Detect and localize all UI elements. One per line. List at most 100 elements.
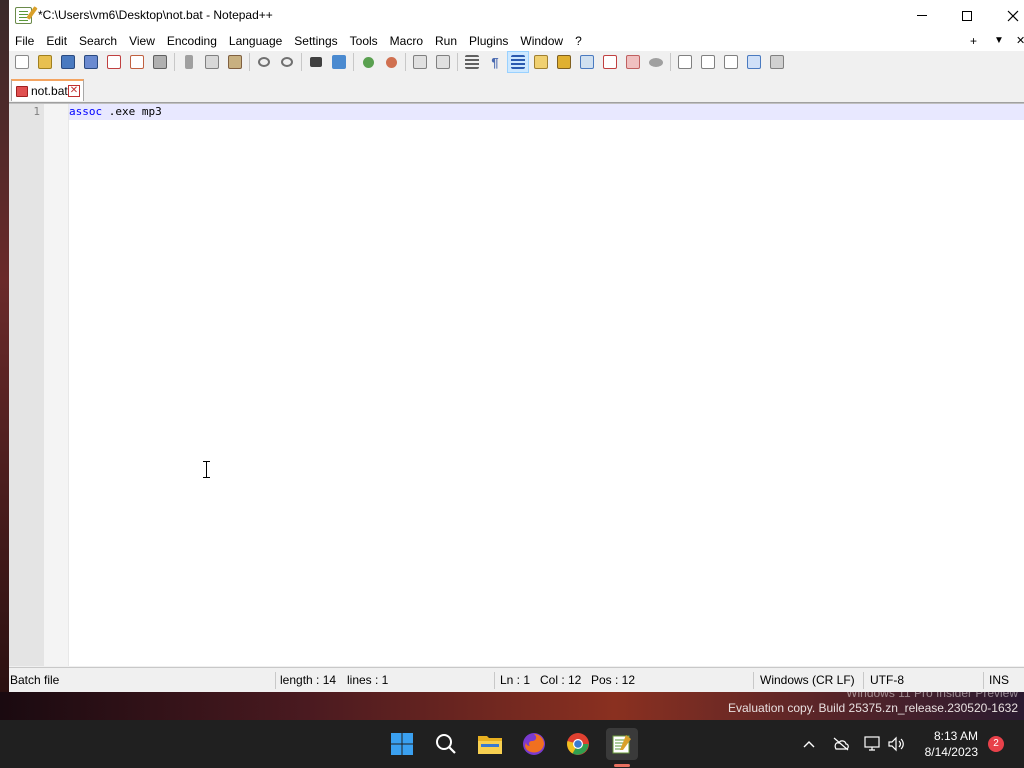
zoom-out-button[interactable] <box>381 52 401 72</box>
firefox-button[interactable] <box>518 728 550 760</box>
menu-plugins[interactable]: Plugins <box>463 31 514 51</box>
firefox-icon <box>523 733 545 755</box>
line-number-margin[interactable] <box>9 104 44 666</box>
new-file-button[interactable] <box>12 52 32 72</box>
window-title: *C:\Users\vm6\Desktop\not.bat - Notepad+… <box>38 8 273 22</box>
undo-button[interactable] <box>254 52 274 72</box>
show-hidden-icons-button[interactable] <box>799 734 819 754</box>
folder-icon <box>478 736 502 754</box>
notepadpp-taskbar-button[interactable] <box>606 728 638 760</box>
document-map-button[interactable] <box>554 52 574 72</box>
fold-margin[interactable] <box>44 104 69 666</box>
search-button[interactable] <box>430 728 462 760</box>
unsaved-file-icon <box>16 85 28 97</box>
monitoring-button[interactable] <box>646 52 666 72</box>
menu-run[interactable]: Run <box>429 31 463 51</box>
menu-encoding[interactable]: Encoding <box>161 31 223 51</box>
onedrive-button[interactable] <box>831 734 851 754</box>
record-macro-button[interactable] <box>675 52 695 72</box>
toolbar-separator <box>174 53 175 71</box>
status-insert-mode[interactable]: INS <box>989 668 1009 693</box>
tab-list-dropdown-button[interactable]: ▼ <box>994 31 1004 51</box>
search-icon <box>436 734 456 754</box>
new-tab-plus-button[interactable]: + <box>970 31 977 51</box>
tab-not-bat[interactable]: not.bat ✕ <box>11 79 84 101</box>
notepadpp-app-icon[interactable] <box>15 7 32 24</box>
save-all-button[interactable] <box>81 52 101 72</box>
file-explorer-button[interactable] <box>474 728 506 760</box>
status-divider <box>753 672 754 689</box>
sync-horizontal-icon <box>436 55 450 69</box>
notepadpp-window: *C:\Users\vm6\Desktop\not.bat - Notepad+… <box>9 0 1024 692</box>
replace-icon <box>332 55 346 69</box>
menu-help[interactable]: ? <box>569 31 588 51</box>
minimize-button[interactable] <box>899 0 945 31</box>
udl-icon <box>534 55 548 69</box>
document-list-button[interactable] <box>577 52 597 72</box>
menu-edit[interactable]: Edit <box>40 31 73 51</box>
define-language-button[interactable] <box>531 52 551 72</box>
volume-button[interactable] <box>886 734 906 754</box>
sync-horizontal-button[interactable] <box>433 52 453 72</box>
code-arguments: .exe mp3 <box>102 105 162 118</box>
menu-window[interactable]: Window <box>514 31 569 51</box>
menu-settings[interactable]: Settings <box>288 31 343 51</box>
network-button[interactable] <box>862 734 882 754</box>
find-button[interactable] <box>306 52 326 72</box>
status-line[interactable]: Ln : 1 <box>500 668 530 693</box>
copy-button[interactable] <box>202 52 222 72</box>
tab-close-icon[interactable]: ✕ <box>68 85 80 97</box>
stop-icon <box>701 55 715 69</box>
minimize-icon <box>917 15 927 16</box>
system-clock[interactable]: 8:13 AM 8/14/2023 <box>914 728 978 760</box>
close-button-toolbar[interactable] <box>104 52 124 72</box>
menu-language[interactable]: Language <box>223 31 288 51</box>
indent-guide-button[interactable] <box>507 51 529 73</box>
close-document-button[interactable]: ✕ <box>1016 31 1024 51</box>
menu-macro[interactable]: Macro <box>384 31 429 51</box>
notification-badge[interactable]: 2 <box>988 736 1004 752</box>
menu-view[interactable]: View <box>123 31 161 51</box>
paste-button[interactable] <box>225 52 245 72</box>
menu-search[interactable]: Search <box>73 31 123 51</box>
maximize-button[interactable] <box>944 0 990 31</box>
play-icon <box>724 55 738 69</box>
replace-button[interactable] <box>329 52 349 72</box>
playback-macro-button[interactable] <box>721 52 741 72</box>
show-all-chars-button[interactable]: ¶ <box>485 52 505 72</box>
save-all-icon <box>84 55 98 69</box>
status-column[interactable]: Col : 12 <box>540 668 581 693</box>
run-macro-multiple-button[interactable] <box>744 52 764 72</box>
stop-recording-button[interactable] <box>698 52 718 72</box>
title-bar[interactable]: *C:\Users\vm6\Desktop\not.bat - Notepad+… <box>9 0 1024 31</box>
code-line[interactable]: assoc .exe mp3 <box>69 105 162 118</box>
print-button[interactable] <box>150 52 170 72</box>
save-button[interactable] <box>58 52 78 72</box>
open-file-button[interactable] <box>35 52 55 72</box>
status-encoding[interactable]: UTF-8 <box>870 668 904 693</box>
chrome-button[interactable] <box>562 728 594 760</box>
menu-bar: File Edit Search View Encoding Language … <box>9 31 1024 51</box>
editor-area[interactable]: 1 assoc .exe mp3 <box>9 103 1024 666</box>
zoom-in-button[interactable] <box>358 52 378 72</box>
status-lines: lines : 1 <box>347 673 389 687</box>
sync-vertical-button[interactable] <box>410 52 430 72</box>
cut-button[interactable] <box>179 52 199 72</box>
folder-workspace-button[interactable] <box>623 52 643 72</box>
windows-logo-icon <box>391 733 413 755</box>
status-eol-format[interactable]: Windows (CR LF) <box>760 668 855 693</box>
cloud-offline-icon <box>833 737 849 751</box>
start-button[interactable] <box>386 728 418 760</box>
close-all-button[interactable] <box>127 52 147 72</box>
menu-tools[interactable]: Tools <box>344 31 384 51</box>
word-wrap-button[interactable] <box>462 52 482 72</box>
cut-icon <box>185 55 193 69</box>
save-macro-button[interactable] <box>767 52 787 72</box>
close-all-icon <box>130 55 144 69</box>
menu-file[interactable]: File <box>9 31 40 51</box>
status-file-type: Batch file <box>10 673 60 687</box>
redo-button[interactable] <box>277 52 297 72</box>
function-list-button[interactable] <box>600 52 620 72</box>
close-button[interactable] <box>990 0 1024 31</box>
status-position[interactable]: Pos : 12 <box>591 668 635 693</box>
